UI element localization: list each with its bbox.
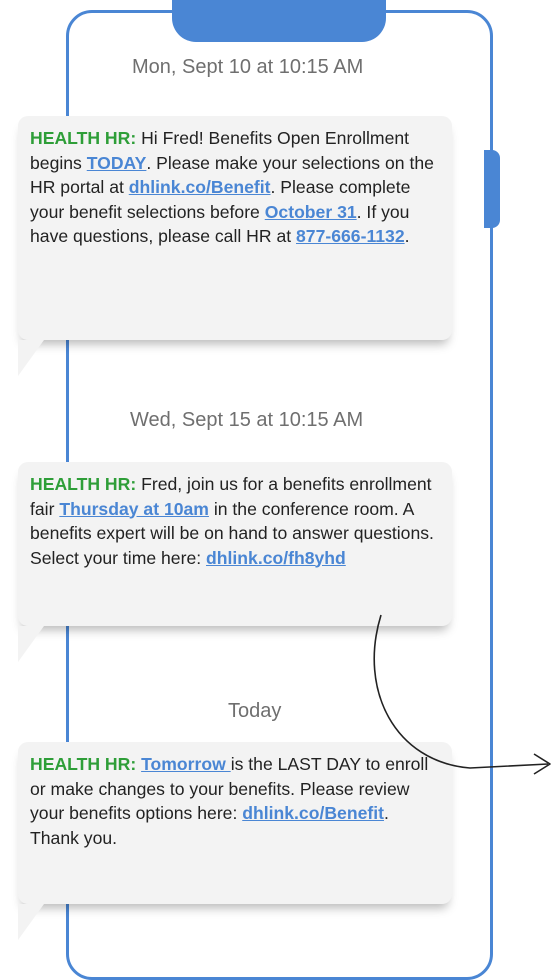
curved-arrow-icon — [373, 614, 551, 775]
